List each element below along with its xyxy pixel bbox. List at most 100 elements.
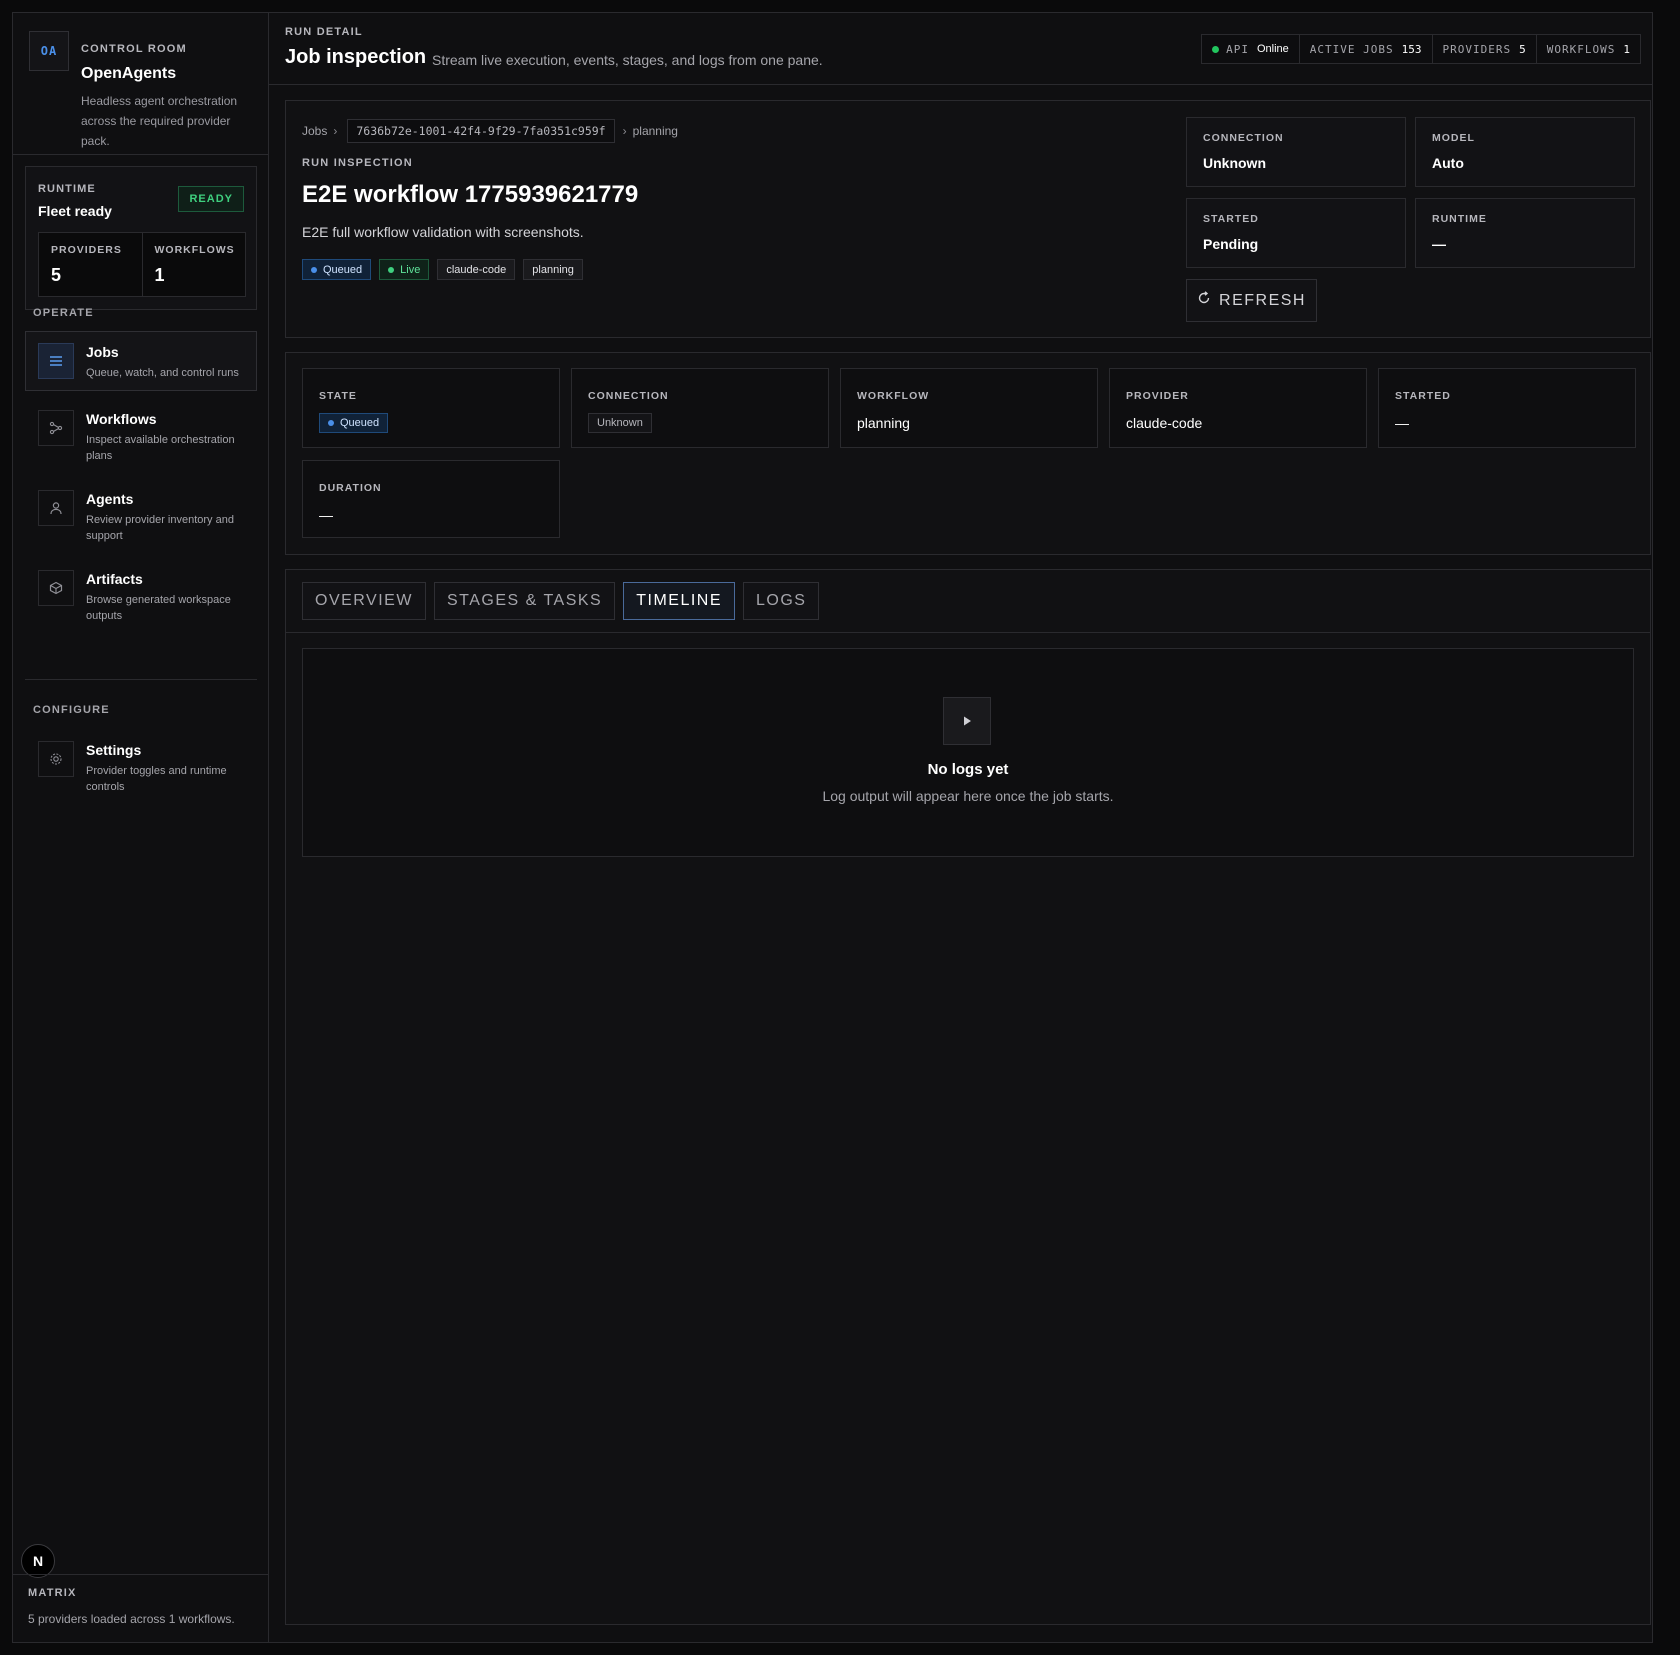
sidebar-item-desc: Browse generated workspace outputs bbox=[86, 594, 231, 622]
status-strip: API Online ACTIVE JOBS 153 PROVIDERS 5 W… bbox=[1201, 34, 1641, 64]
matrix-kicker: MATRIX bbox=[28, 1587, 77, 1599]
sidebar-item-label: Artifacts bbox=[86, 571, 143, 587]
nav-section-operate: OPERATE bbox=[33, 307, 94, 319]
breadcrumb-jobs[interactable]: Jobs bbox=[302, 124, 327, 138]
status-api-label: API bbox=[1226, 42, 1249, 56]
cube-icon bbox=[38, 570, 74, 606]
topbar-kicker: RUN DETAIL bbox=[285, 26, 363, 38]
breadcrumb-stage: planning bbox=[632, 124, 678, 138]
meta-started: STARTED Pending bbox=[1186, 198, 1406, 268]
dev-tools-badge[interactable]: N bbox=[21, 1544, 55, 1578]
live-chip-label: Live bbox=[400, 263, 421, 276]
tab-logs[interactable]: LOGS bbox=[743, 582, 820, 620]
stat-label: PROVIDER bbox=[1126, 390, 1189, 402]
stat-label: WORKFLOW bbox=[857, 390, 930, 402]
tab-overview[interactable]: OVERVIEW bbox=[302, 582, 426, 620]
state-chip-label: Queued bbox=[323, 263, 363, 276]
run-chips: Queued Live claude-code planning bbox=[302, 259, 583, 280]
runtime-stat-label: WORKFLOWS bbox=[154, 244, 235, 256]
status-dot-icon bbox=[1212, 45, 1220, 53]
state-chip: Queued bbox=[302, 259, 372, 280]
stat-state: STATE Queued bbox=[302, 368, 560, 448]
tab-timeline[interactable]: TIMELINE bbox=[623, 582, 736, 620]
status-jobs-label: ACTIVE JOBS bbox=[1309, 42, 1394, 56]
sidebar-item-desc: Review provider inventory and support bbox=[86, 514, 234, 542]
stats-panel: STATE Queued CONNECTION Unknown WORKFLOW… bbox=[285, 352, 1651, 555]
meta-label: CONNECTION bbox=[1203, 132, 1284, 144]
provider-chip: claude-code bbox=[437, 259, 516, 280]
matrix-footer: MATRIX 5 providers loaded across 1 workf… bbox=[13, 1574, 268, 1642]
meta-value: Unknown bbox=[1203, 155, 1266, 171]
stat-started: STARTED — bbox=[1378, 368, 1636, 448]
brand-name: OpenAgents bbox=[81, 65, 177, 82]
matrix-text: 5 providers loaded across 1 workflows. bbox=[28, 1612, 235, 1626]
status-providers: PROVIDERS 5 bbox=[1431, 35, 1536, 63]
runtime-stats: PROVIDERS 5 WORKFLOWS 1 bbox=[38, 232, 246, 297]
meta-label: RUNTIME bbox=[1432, 213, 1487, 225]
stat-connection: CONNECTION Unknown bbox=[571, 368, 829, 448]
sidebar-item-workflows[interactable]: Workflows Inspect available orchestratio… bbox=[25, 398, 257, 462]
runtime-title: Fleet ready bbox=[38, 203, 112, 219]
runtime-stat-value: 5 bbox=[51, 265, 62, 285]
tabs-divider bbox=[286, 632, 1650, 633]
status-active-jobs: ACTIVE JOBS 153 bbox=[1298, 35, 1432, 63]
empty-text: Log output will appear here once the job… bbox=[822, 788, 1114, 804]
page-title: Job inspection bbox=[285, 46, 427, 68]
connection-badge: Unknown bbox=[588, 413, 652, 433]
stat-value: — bbox=[319, 507, 333, 523]
stat-label: STATE bbox=[319, 390, 357, 402]
tab-stages-tasks[interactable]: STAGES & TASKS bbox=[433, 582, 616, 620]
runtime-stat-workflows: WORKFLOWS 1 bbox=[141, 233, 246, 296]
runtime-card: RUNTIME Fleet ready READY PROVIDERS 5 WO… bbox=[25, 166, 257, 310]
app-window: OA CONTROL ROOM OpenAgents Headless agen… bbox=[12, 12, 1653, 1643]
sidebar: OA CONTROL ROOM OpenAgents Headless agen… bbox=[13, 13, 269, 1642]
gear-icon bbox=[38, 741, 74, 777]
meta-label: MODEL bbox=[1432, 132, 1475, 144]
status-workflows-value: 1 bbox=[1623, 42, 1630, 56]
status-api: API Online bbox=[1202, 35, 1299, 63]
meta-model: MODEL Auto bbox=[1415, 117, 1635, 187]
user-icon bbox=[38, 490, 74, 526]
state-dot-icon bbox=[328, 420, 334, 426]
run-header-panel: Jobs › 7636b72e-1001-42f4-9f29-7fa0351c9… bbox=[285, 100, 1651, 338]
sidebar-item-jobs[interactable]: Jobs Queue, watch, and control runs bbox=[25, 331, 257, 391]
nav-section-configure: CONFIGURE bbox=[33, 704, 110, 716]
runtime-status-badge: READY bbox=[178, 186, 244, 212]
stat-workflow: WORKFLOW planning bbox=[840, 368, 1098, 448]
brand-kicker: CONTROL ROOM bbox=[81, 43, 187, 55]
stat-duration: DURATION — bbox=[302, 460, 560, 538]
sidebar-item-artifacts[interactable]: Artifacts Browse generated workspace out… bbox=[25, 558, 257, 622]
state-dot-icon bbox=[311, 266, 317, 273]
refresh-button[interactable]: REFRESH bbox=[1186, 279, 1317, 322]
breadcrumb: Jobs › 7636b72e-1001-42f4-9f29-7fa0351c9… bbox=[302, 119, 678, 143]
meta-runtime: RUNTIME — bbox=[1415, 198, 1635, 268]
breadcrumb-separator: › bbox=[333, 124, 338, 138]
sidebar-item-label: Settings bbox=[86, 742, 142, 758]
stat-label: STARTED bbox=[1395, 390, 1451, 402]
refresh-label: REFRESH bbox=[1219, 291, 1306, 309]
sidebar-item-desc: Inspect available orchestration plans bbox=[86, 434, 235, 462]
meta-value: — bbox=[1432, 236, 1446, 252]
status-providers-value: 5 bbox=[1519, 42, 1526, 56]
breadcrumb-job-id[interactable]: 7636b72e-1001-42f4-9f29-7fa0351c959f bbox=[347, 119, 615, 143]
state-badge-label: Queued bbox=[340, 417, 380, 429]
sidebar-item-label: Workflows bbox=[86, 411, 157, 427]
tab-bar: OVERVIEW STAGES & TASKS TIMELINE LOGS bbox=[302, 582, 820, 620]
live-chip: Live bbox=[379, 259, 430, 280]
sidebar-item-agents[interactable]: Agents Review provider inventory and sup… bbox=[25, 478, 257, 542]
status-workflows-label: WORKFLOWS bbox=[1546, 42, 1616, 56]
run-title: E2E workflow 1775939621779 bbox=[302, 181, 639, 208]
status-workflows: WORKFLOWS 1 bbox=[1535, 35, 1640, 63]
sidebar-item-settings[interactable]: Settings Provider toggles and runtime co… bbox=[25, 729, 257, 793]
runtime-stat-label: PROVIDERS bbox=[51, 244, 122, 256]
workflow-chip: planning bbox=[523, 259, 583, 280]
tabs-panel: OVERVIEW STAGES & TASKS TIMELINE LOGS No… bbox=[285, 569, 1651, 1625]
stat-value: planning bbox=[857, 415, 910, 431]
meta-value: Auto bbox=[1432, 155, 1464, 171]
runtime-kicker: RUNTIME bbox=[38, 183, 96, 195]
meta-label: STARTED bbox=[1203, 213, 1259, 225]
main-content: RUN DETAIL Job inspection Stream live ex… bbox=[269, 13, 1653, 1642]
meta-value: Pending bbox=[1203, 236, 1259, 252]
run-description: E2E full workflow validation with screen… bbox=[302, 224, 584, 240]
stat-value: claude-code bbox=[1126, 415, 1203, 431]
